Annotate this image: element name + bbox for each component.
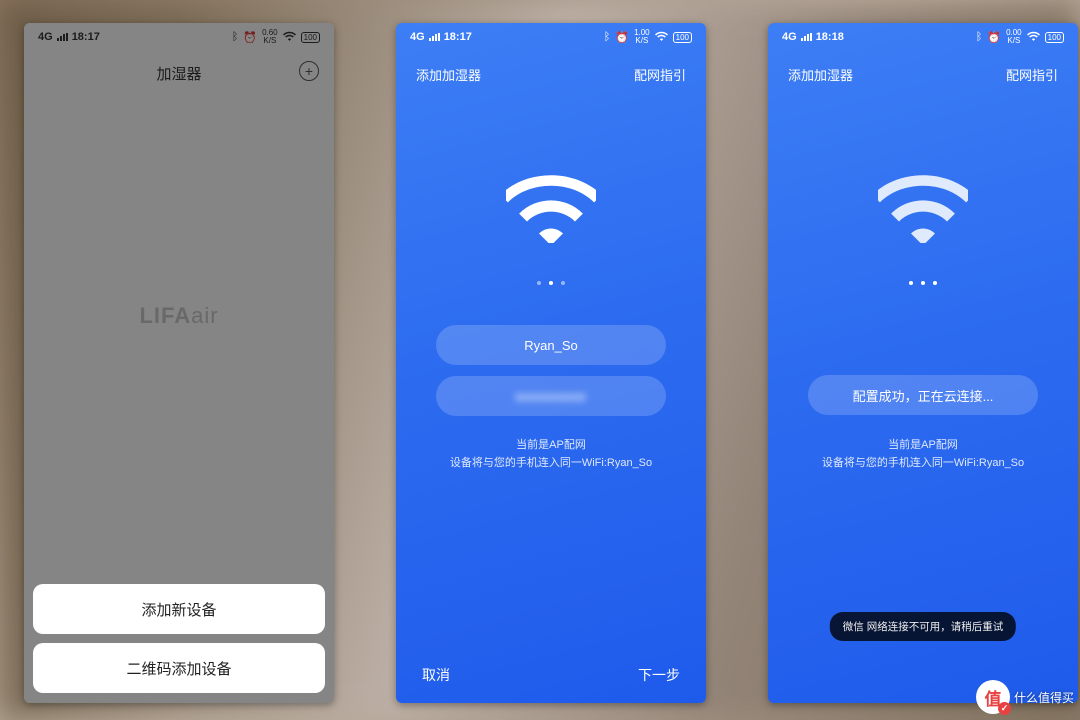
phone-row: 4G 18:17 ᛒ ⏰ 0.60K/S 100 加湿器 + LIFAair 添…	[24, 23, 1078, 703]
dot	[921, 281, 925, 285]
add-new-device-button[interactable]: 添加新设备	[33, 584, 325, 634]
bluetooth-icon: ᛒ	[976, 31, 983, 43]
phone-3: 4G 18:18 ᛒ ⏰ 0.00K/S 100 添加加湿器 配网指引	[768, 23, 1078, 703]
header-title: 添加加湿器	[788, 65, 853, 84]
watermark-badge: 值	[976, 680, 1010, 714]
header-title: 添加加湿器	[416, 65, 481, 84]
nav-header: 添加加湿器 配网指引	[768, 55, 1078, 93]
hint-mode: 当前是AP配网	[396, 436, 706, 452]
signal-icon	[429, 33, 440, 41]
net-speed: 0.00K/S	[1006, 29, 1022, 45]
status-time: 4G 18:17	[410, 31, 472, 43]
battery-icon: 100	[673, 32, 692, 43]
step-indicator	[396, 281, 706, 285]
signal-icon	[801, 33, 812, 41]
footer-nav: 取消 下一步	[396, 665, 706, 685]
wifi-hero-icon	[506, 173, 596, 243]
nav-header: 添加加湿器 配网指引	[396, 55, 706, 93]
watermark-text: 什么值得买	[1014, 689, 1074, 706]
wifi-icon	[655, 31, 668, 44]
guide-link[interactable]: 配网指引	[1006, 65, 1058, 84]
alarm-icon: ⏰	[615, 31, 629, 44]
hint-mode: 当前是AP配网	[768, 436, 1078, 452]
phone-2: 4G 18:17 ᛒ ⏰ 1.00K/S 100 添加加湿器 配网指引	[396, 23, 706, 703]
password-input[interactable]: ●●●●●●●●	[436, 376, 666, 416]
net-prefix: 4G	[410, 31, 425, 43]
alarm-icon: ⏰	[987, 31, 1001, 44]
dot	[909, 281, 913, 285]
phone-1: 4G 18:17 ᛒ ⏰ 0.60K/S 100 加湿器 + LIFAair 添…	[24, 23, 334, 703]
dot	[537, 281, 541, 285]
next-button[interactable]: 下一步	[638, 665, 680, 685]
clock: 18:18	[816, 31, 844, 43]
status-bar: 4G 18:18 ᛒ ⏰ 0.00K/S 100	[768, 23, 1078, 51]
cloud-status: 配置成功，正在云连接...	[808, 375, 1038, 415]
dot	[933, 281, 937, 285]
dot-active	[549, 281, 553, 285]
step-indicator	[768, 281, 1078, 285]
ssid-input[interactable]: Ryan_So	[436, 325, 666, 365]
cancel-button[interactable]: 取消	[422, 665, 450, 685]
status-bar: 4G 18:17 ᛒ ⏰ 1.00K/S 100	[396, 23, 706, 51]
wifi-hero-icon	[878, 173, 968, 243]
status-time: 4G 18:18	[782, 31, 844, 43]
error-toast: 微信 网络连接不可用，请稍后重试	[830, 612, 1016, 641]
add-qr-device-button[interactable]: 二维码添加设备	[33, 643, 325, 693]
status-icons: ᛒ ⏰ 0.00K/S 100	[976, 29, 1064, 45]
password-masked: ●●●●●●●●	[516, 389, 587, 404]
hint-wifi: 设备将与您的手机连入同一WiFi:Ryan_So	[768, 454, 1078, 470]
watermark: 值 什么值得买	[976, 680, 1074, 714]
net-speed: 1.00K/S	[634, 29, 650, 45]
wifi-icon	[1027, 31, 1040, 44]
battery-icon: 100	[1045, 32, 1064, 43]
guide-link[interactable]: 配网指引	[634, 65, 686, 84]
dot	[561, 281, 565, 285]
status-icons: ᛒ ⏰ 1.00K/S 100	[604, 29, 692, 45]
action-sheet: 添加新设备 二维码添加设备	[33, 584, 325, 693]
bluetooth-icon: ᛒ	[604, 31, 611, 43]
clock: 18:17	[444, 31, 472, 43]
hint-wifi: 设备将与您的手机连入同一WiFi:Ryan_So	[396, 454, 706, 470]
net-prefix: 4G	[782, 31, 797, 43]
